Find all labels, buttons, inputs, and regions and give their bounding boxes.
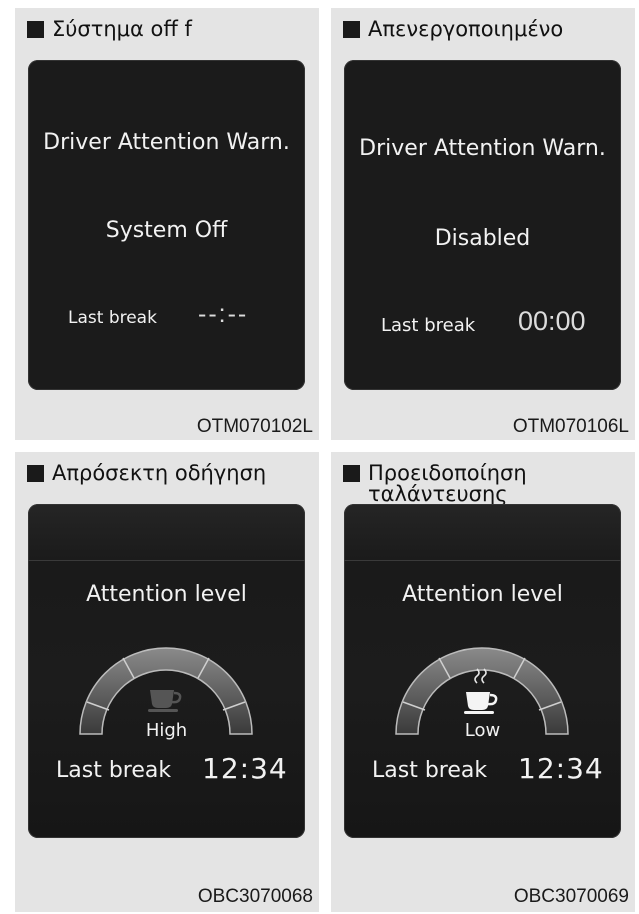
screen-title: Attention level — [402, 582, 563, 607]
panel-heading: Προειδοποίηση ταλάντευσης — [343, 462, 627, 506]
cluster-screen: Attention level High Last break 12:34 — [28, 504, 305, 838]
square-bullet-icon — [27, 21, 44, 38]
cluster-screen: Driver Attention Warn. System Off Last b… — [28, 60, 305, 390]
gauge-level-text: Low — [464, 720, 501, 741]
last-break-value: 12:34 — [518, 752, 604, 785]
last-break-label: Last break — [372, 758, 488, 783]
heading-text: Απρόσεκτη οδήγηση — [52, 461, 267, 485]
panel-heading: Απενεργοποιημένο — [343, 18, 627, 41]
last-break-value: --:-- — [198, 300, 249, 328]
screen-title: Driver Attention Warn. — [359, 136, 606, 161]
screen-title: Attention level — [86, 582, 247, 607]
panel-inattentive-driving: Απρόσεκτη οδήγηση Attention level High L… — [15, 452, 319, 912]
steam-icon — [474, 668, 487, 684]
screen-divider — [344, 560, 621, 561]
heading-text: Απενεργοποιημένο — [368, 17, 564, 41]
last-break-value: 12:34 — [202, 752, 288, 785]
square-bullet-icon — [343, 21, 360, 38]
panel-sway-warning: Προειδοποίηση ταλάντευσης Attention leve… — [331, 452, 635, 912]
square-bullet-icon — [27, 465, 44, 482]
cluster-screen: Driver Attention Warn. Disabled Last bre… — [344, 60, 621, 390]
figure-code: OTM070102L — [196, 416, 313, 437]
panel-heading: Απρόσεκτη οδήγηση — [27, 462, 311, 485]
figure-code: OTM070106L — [512, 416, 629, 437]
status-text: Disabled — [434, 226, 531, 251]
figure-code: OBC3070069 — [513, 886, 629, 907]
panel-heading: Σύστημα off f — [27, 18, 311, 41]
screen-title: Driver Attention Warn. — [43, 130, 290, 155]
status-text: System Off — [105, 218, 228, 243]
last-break-label: Last break — [56, 758, 172, 783]
last-break-label: Last break — [381, 315, 476, 336]
heading-text: Σύστημα off f — [52, 17, 192, 41]
panel-disabled: Απενεργοποιημένο Driver Attention Warn. … — [331, 8, 635, 440]
heading-text-wrap: Προειδοποίηση ταλάντευσης — [368, 462, 527, 506]
coffee-cup-icon — [148, 690, 182, 712]
square-bullet-icon — [343, 465, 360, 482]
coffee-cup-icon — [464, 692, 498, 714]
panel-system-off: Σύστημα off f Driver Attention Warn. Sys… — [15, 8, 319, 440]
figure-code: OBC3070068 — [197, 886, 313, 907]
last-break-value: 00:00 — [518, 306, 586, 336]
last-break-label: Last break — [68, 308, 157, 328]
screen-divider — [28, 560, 305, 561]
heading-line-2: ταλάντευσης — [368, 482, 508, 506]
cluster-screen: Attention level Low Last break 12:34 — [344, 504, 621, 838]
gauge-level-text: High — [145, 720, 188, 741]
